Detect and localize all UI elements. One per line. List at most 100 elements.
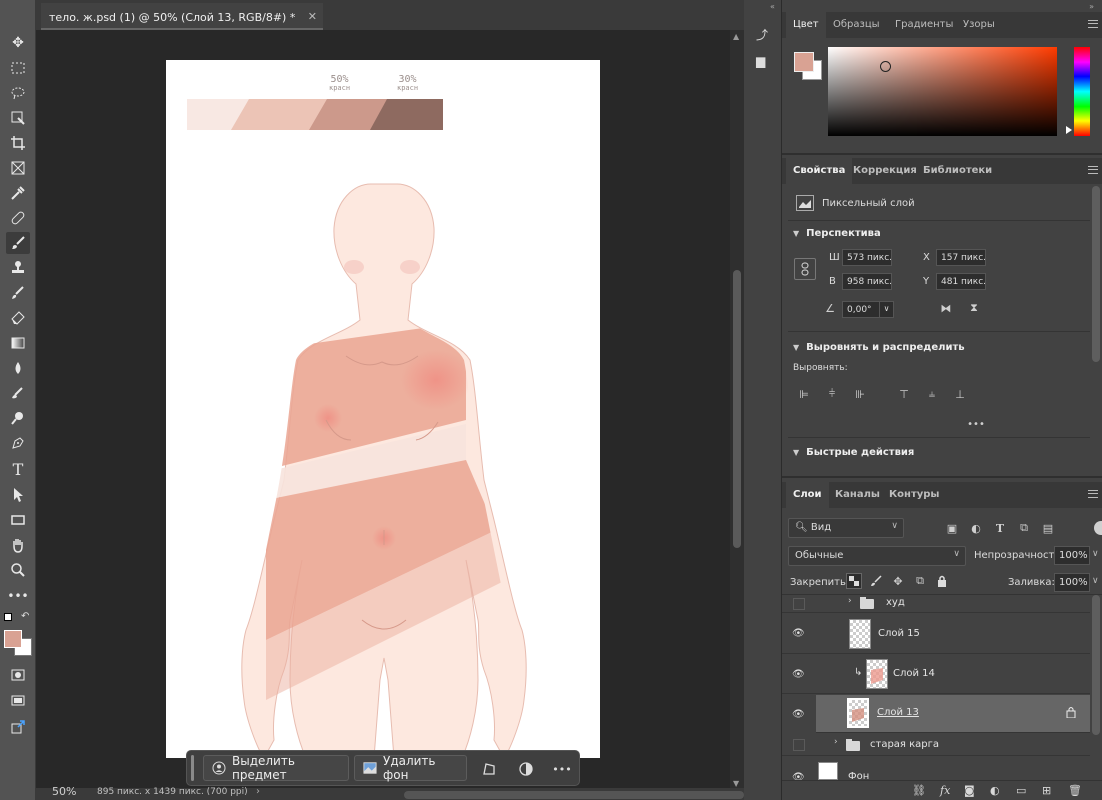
eye-icon[interactable]: 👁︎ (792, 669, 806, 680)
foreground-color-swatch[interactable] (4, 630, 22, 648)
marquee-icon[interactable] (6, 57, 30, 79)
gradient-icon[interactable] (6, 332, 30, 354)
canvas-vertical-scrollbar[interactable]: ▲ ▼ (730, 30, 744, 790)
layers-scrollbar[interactable] (1092, 595, 1100, 735)
remove-background-button[interactable]: Удалить фон (354, 754, 467, 782)
opacity-input[interactable]: 100% (1054, 546, 1090, 565)
filter-pixel-icon[interactable]: ▣ (944, 520, 960, 536)
visibility-off-box[interactable] (793, 598, 805, 610)
new-layer-icon[interactable]: ⊞ (1042, 784, 1051, 797)
crop-icon[interactable] (6, 132, 30, 154)
tab-paths[interactable]: Контуры (882, 482, 946, 508)
layer-row[interactable]: 👁︎ Фон (782, 757, 1090, 780)
scroll-down-arrow-icon[interactable]: ▼ (733, 779, 739, 788)
scroll-up-arrow-icon[interactable]: ▲ (733, 32, 739, 41)
filter-type-icon[interactable]: T (992, 520, 1008, 536)
flip-vertical-icon[interactable]: ⧗ (966, 300, 982, 316)
hue-slider-marker-icon[interactable] (1066, 126, 1072, 134)
width-input[interactable]: 573 пикс. (842, 249, 892, 266)
layer-name[interactable]: худ (886, 597, 905, 608)
tab-color[interactable]: Цвет (786, 12, 826, 38)
layer-name[interactable]: Фон (848, 771, 869, 780)
color-panel-menu-icon[interactable] (1088, 20, 1098, 28)
horizontal-scrollbar[interactable] (404, 791, 744, 799)
lock-pixels-icon[interactable] (868, 573, 884, 589)
layer-row[interactable]: › худ (782, 595, 1090, 613)
path-select-icon[interactable] (6, 484, 30, 506)
lock-transparency-icon[interactable] (846, 573, 862, 589)
screen-mode-icon[interactable] (6, 690, 30, 712)
status-expand-icon[interactable]: › (256, 786, 260, 797)
link-dimensions-icon[interactable] (794, 258, 816, 280)
more-align-options-icon[interactable]: ••• (967, 416, 985, 432)
layer-name[interactable]: старая карга (870, 739, 939, 750)
tab-layers[interactable]: Слои (786, 482, 829, 508)
chevron-right-icon[interactable]: › (834, 737, 838, 747)
zoom-dodge-icon[interactable] (6, 407, 30, 429)
align-right-icon[interactable]: ⊪ (852, 386, 868, 402)
visibility-off-box[interactable] (793, 739, 805, 751)
filter-shape-icon[interactable]: ⧉ (1016, 520, 1032, 536)
opacity-dropdown-icon[interactable]: ∨ (1092, 549, 1099, 559)
filter-adjustment-icon[interactable]: ◐ (968, 520, 984, 536)
tab-channels[interactable]: Каналы (828, 482, 887, 508)
tab-patterns[interactable]: Узоры (956, 12, 1002, 38)
eye-icon[interactable]: 👁︎ (792, 709, 806, 720)
align-center-h-icon[interactable]: ⫩ (824, 386, 840, 402)
blend-mode-dropdown[interactable]: Обычные ∨ (788, 546, 966, 566)
collapse-panels-icon[interactable]: » (1089, 2, 1094, 11)
dodge-icon[interactable] (6, 382, 30, 404)
color-picker-field[interactable] (828, 47, 1057, 136)
eyedropper-icon[interactable] (6, 182, 30, 204)
align-left-icon[interactable]: ⊫ (796, 386, 812, 402)
tab-gradients[interactable]: Градиенты (888, 12, 960, 38)
fx-icon[interactable]: fx (940, 784, 950, 797)
link-layers-icon[interactable]: ⛓︎ (912, 784, 926, 797)
eye-icon[interactable]: 👁︎ (792, 772, 806, 780)
hue-slider[interactable] (1074, 47, 1090, 136)
default-colors-icon[interactable] (4, 613, 12, 621)
tab-adjustments[interactable]: Коррекция (846, 158, 924, 184)
tab-swatches[interactable]: Образцы (826, 12, 887, 38)
flip-horizontal-icon[interactable]: ⧓ (938, 300, 954, 316)
transform-section-header[interactable]: ▼ Перспектива (793, 228, 881, 239)
align-top-icon[interactable]: ⊤ (896, 386, 912, 402)
lock-artboard-icon[interactable]: ⧉ (912, 573, 928, 589)
scroll-thumb[interactable] (733, 270, 741, 548)
quick-actions-section-header[interactable]: ▼ Быстрые действия (793, 447, 914, 458)
adjustment-icon[interactable] (517, 760, 535, 778)
artwork-canvas[interactable]: 50% красн 30% красн (166, 60, 600, 758)
tab-libraries[interactable]: Библиотеки (916, 158, 999, 184)
object-select-icon[interactable] (6, 107, 30, 129)
layer-row-selected[interactable]: Слой 13 (816, 695, 1090, 733)
document-tab[interactable]: тело. ж.psd (1) @ 50% (Слой 13, RGB/8#) … (41, 3, 323, 30)
properties-panel-menu-icon[interactable] (1088, 166, 1098, 174)
collapse-strip-icon[interactable]: « (770, 2, 777, 11)
height-input[interactable]: 958 пикс. (842, 273, 892, 290)
rectangle-icon[interactable] (6, 509, 30, 531)
eraser-icon[interactable] (6, 307, 30, 329)
trash-icon[interactable]: 🗑︎ (1068, 784, 1082, 797)
history-panel-icon[interactable]: ⤴ (756, 26, 772, 42)
zoom-icon[interactable] (6, 559, 30, 581)
layer-row[interactable]: 👁︎ ↳ Слой 14 (782, 655, 1090, 694)
more-options-icon[interactable]: ••• (552, 760, 571, 778)
layer-filter-dropdown[interactable]: 🔍︎ Вид ∨ (788, 518, 904, 538)
properties-scrollbar[interactable] (1092, 186, 1100, 362)
angle-dropdown-icon[interactable]: ∨ (879, 302, 893, 317)
brush-icon[interactable] (6, 232, 30, 254)
lasso-icon[interactable] (6, 82, 30, 104)
layer-row[interactable]: › старая карга (782, 734, 1090, 756)
layer-name[interactable]: Слой 15 (878, 628, 920, 639)
x-input[interactable]: 157 пикс. (936, 249, 986, 266)
new-adjustment-icon[interactable]: ◐ (990, 784, 1000, 797)
move-icon[interactable]: ✥ (6, 32, 30, 54)
chevron-right-icon[interactable]: › (848, 596, 852, 606)
taskbar-drag-handle[interactable] (191, 755, 194, 781)
type-icon[interactable]: T (6, 458, 30, 480)
tab-properties[interactable]: Свойства (786, 158, 853, 184)
layer-name[interactable]: Слой 14 (893, 668, 935, 679)
lock-all-icon[interactable] (934, 573, 950, 589)
panel-foreground-swatch[interactable] (794, 52, 814, 72)
swap-colors-icon[interactable]: ↶ (21, 611, 29, 622)
